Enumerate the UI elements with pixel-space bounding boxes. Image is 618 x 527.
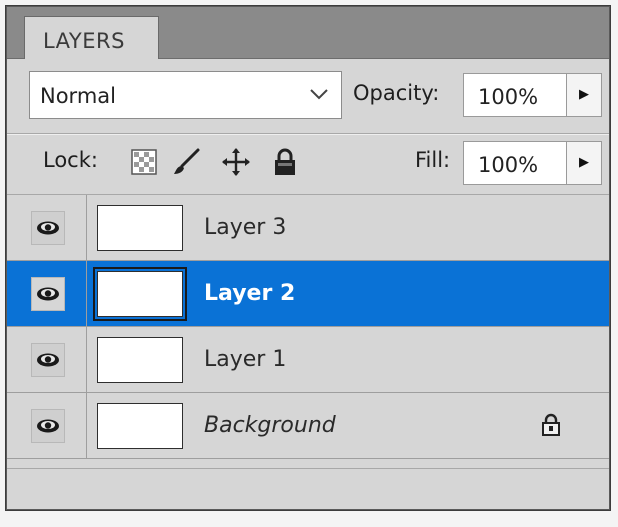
layer-thumbnail[interactable] (97, 205, 183, 251)
visibility-cell[interactable] (7, 327, 87, 392)
layer-row[interactable]: Layer 3 (7, 195, 609, 261)
divider-highlight (7, 134, 609, 135)
layer-row[interactable]: Layer 1 (7, 327, 609, 393)
fill-label: Fill: (415, 148, 451, 172)
blend-mode-dropdown[interactable]: Normal (29, 71, 342, 119)
brush-lock-icon[interactable] (171, 147, 201, 181)
lock-label: Lock: (43, 148, 98, 172)
visibility-cell[interactable] (7, 261, 87, 326)
panel-bottom-bar (7, 468, 609, 509)
eye-icon[interactable] (31, 211, 65, 245)
move-lock-icon[interactable] (221, 147, 251, 181)
transparent-pixels-lock-icon[interactable] (131, 149, 157, 179)
eye-icon[interactable] (31, 277, 65, 311)
triangle-right-icon: ▶ (579, 87, 589, 102)
layer-name[interactable]: Layer 1 (204, 347, 286, 372)
layer-name[interactable]: Layer 3 (204, 215, 286, 240)
layers-panel: LAYERS Normal Opacity: 100% ▶ Lock: Fill… (6, 6, 610, 510)
layer-thumbnail[interactable] (97, 337, 183, 383)
chevron-down-icon (309, 78, 329, 113)
layer-thumbnail[interactable] (97, 403, 183, 449)
visibility-cell[interactable] (7, 393, 87, 458)
fill-slider-arrow-button[interactable]: ▶ (566, 141, 602, 185)
padlock-icon[interactable] (273, 147, 297, 181)
tab-layers[interactable]: LAYERS (24, 16, 159, 59)
opacity-field[interactable]: 100% (463, 73, 567, 117)
eye-icon[interactable] (31, 409, 65, 443)
opacity-slider-arrow-button[interactable]: ▶ (566, 73, 602, 117)
background-lock-icon (541, 413, 561, 441)
layer-row-background[interactable]: Background (7, 393, 609, 459)
blend-mode-value: Normal (40, 84, 116, 108)
triangle-right-icon: ▶ (579, 155, 589, 170)
layer-name[interactable]: Background (204, 413, 336, 438)
layer-row-selected[interactable]: Layer 2 (7, 261, 609, 327)
visibility-cell[interactable] (7, 195, 87, 260)
layer-name[interactable]: Layer 2 (204, 281, 295, 306)
fill-field[interactable]: 100% (463, 141, 567, 185)
layer-thumbnail[interactable] (93, 267, 187, 321)
eye-icon[interactable] (31, 343, 65, 377)
opacity-label: Opacity: (353, 81, 440, 105)
panel-tab-strip: LAYERS (7, 7, 609, 59)
